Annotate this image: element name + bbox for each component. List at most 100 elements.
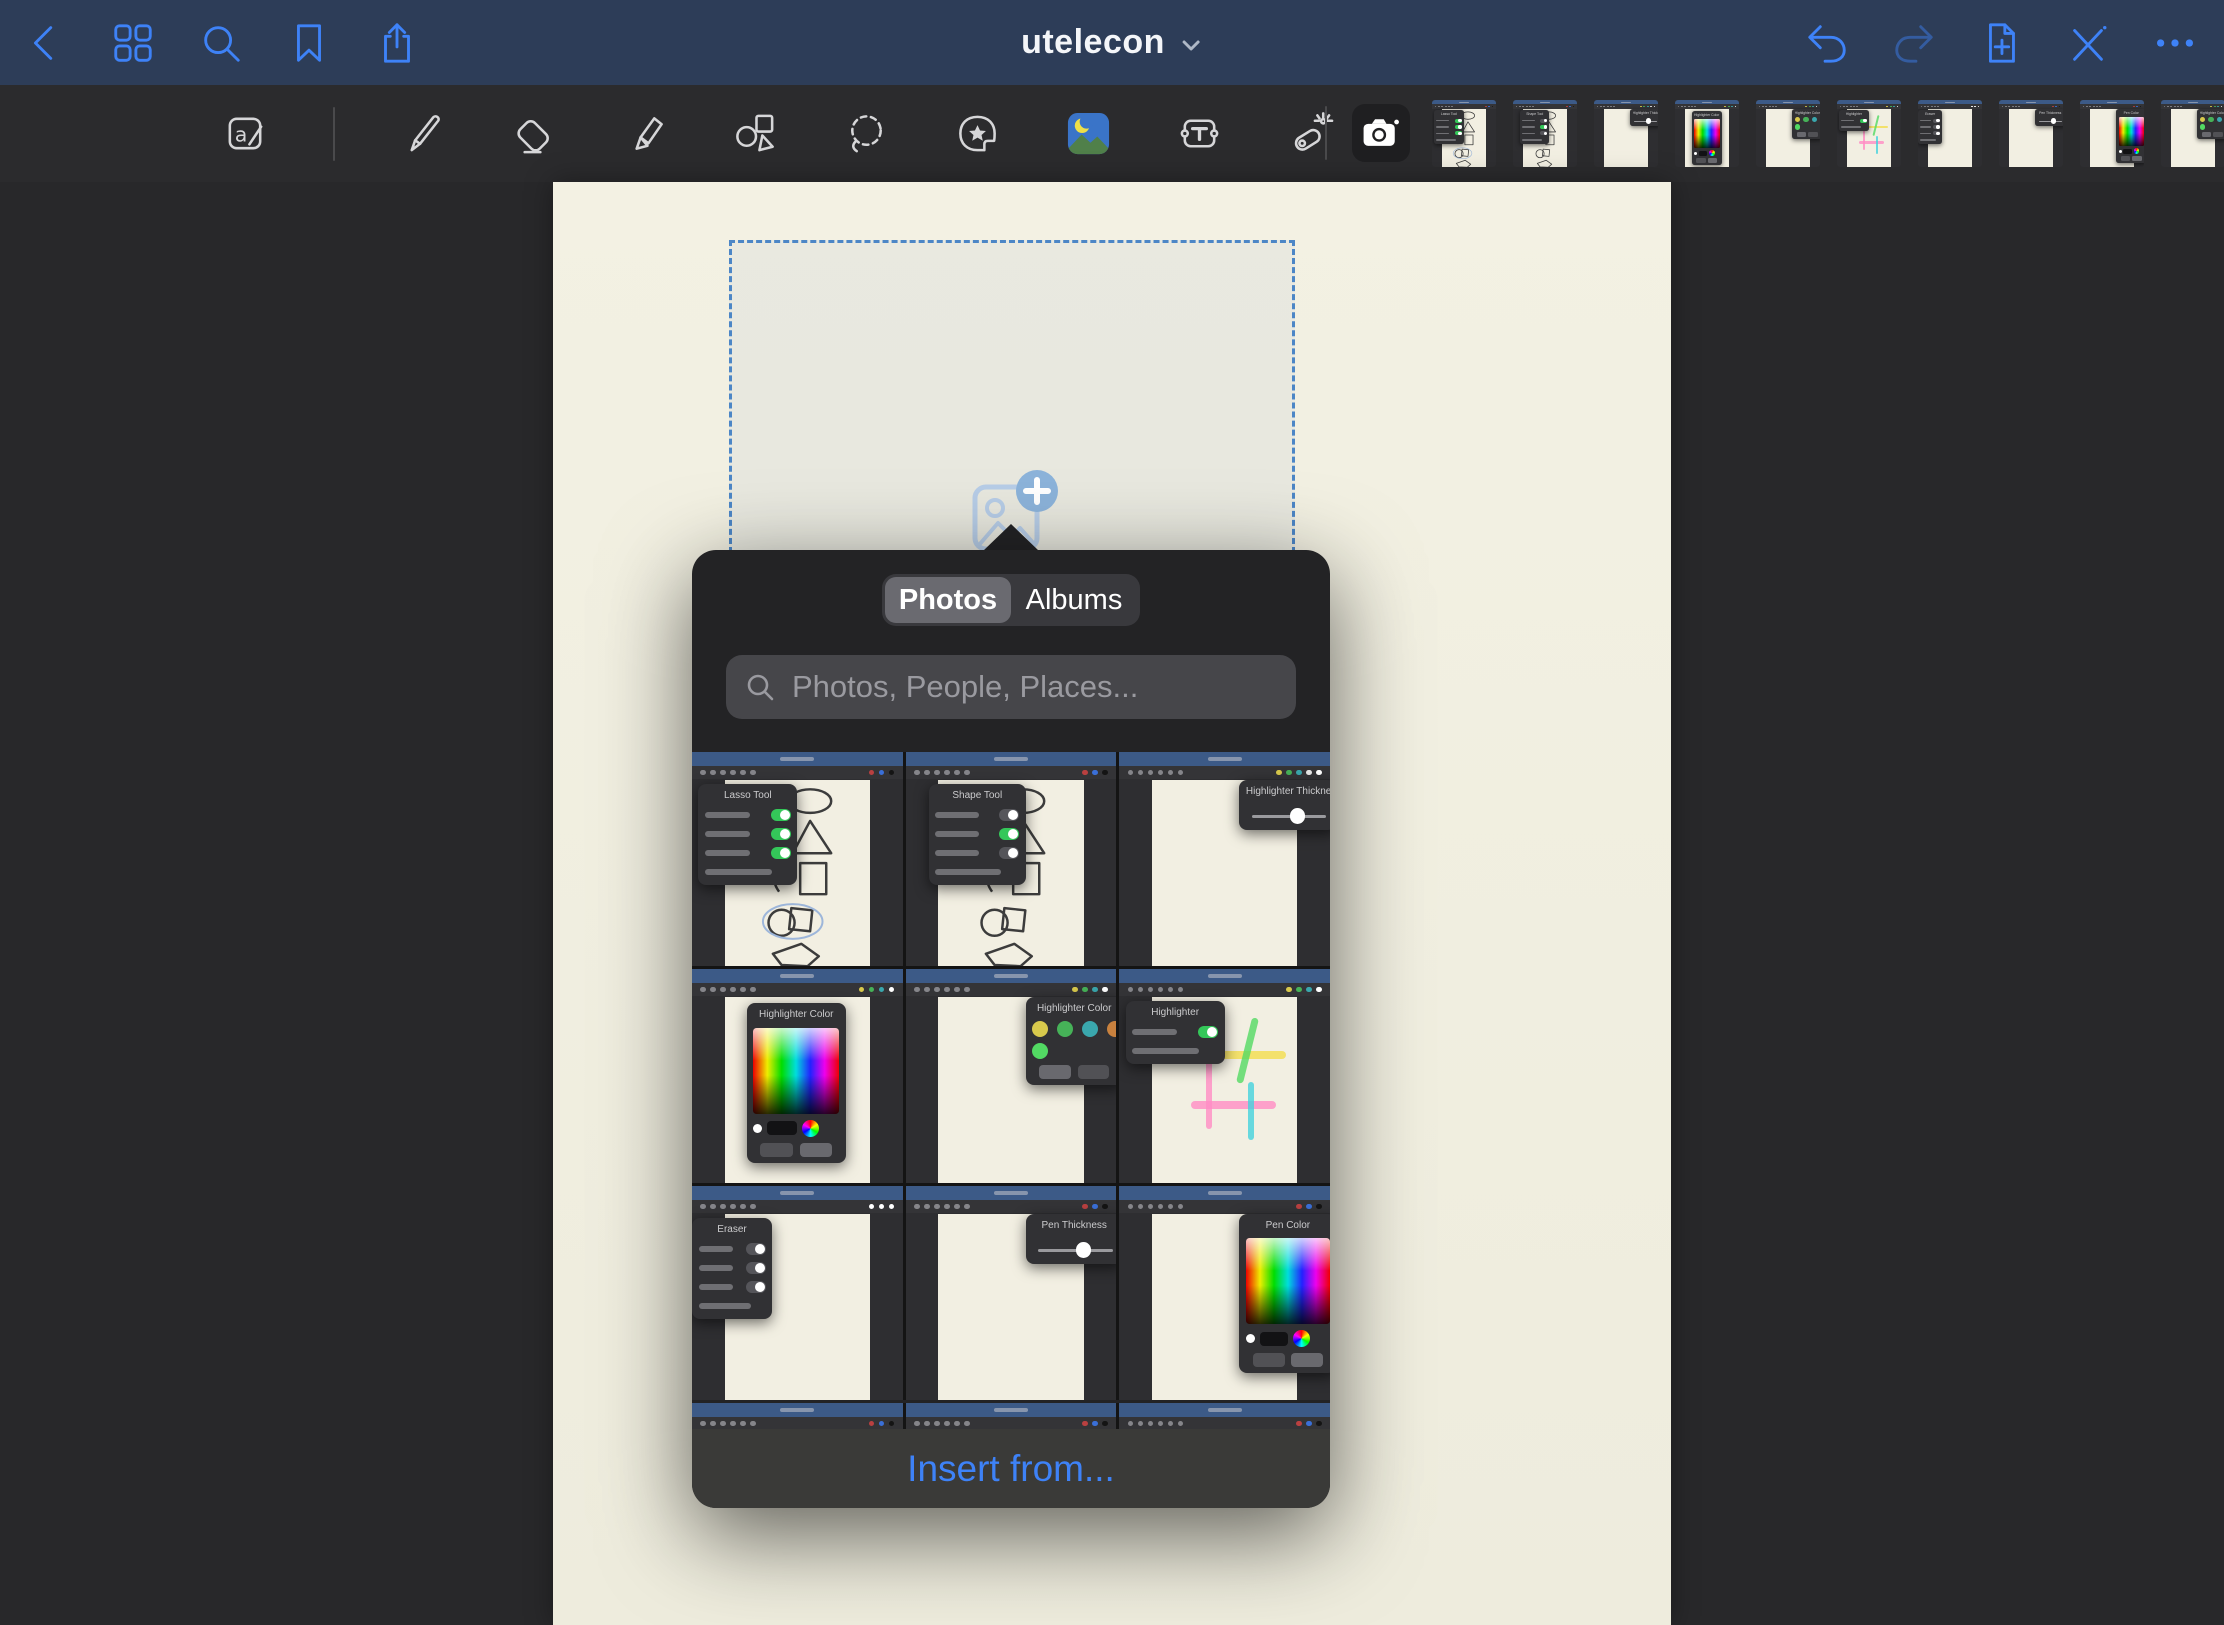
page-thumbnail[interactable]: Highlighter Color: [2161, 100, 2224, 167]
add-page-icon[interactable]: [1978, 20, 2024, 66]
mini-panel: Highlighter Thickness: [1239, 780, 1330, 831]
eraser-icon[interactable]: [510, 110, 557, 157]
page-thumbnail[interactable]: Highlighter Color: [1675, 100, 1739, 167]
document-title-button[interactable]: utelecon: [1021, 0, 1203, 85]
page-thumbnail[interactable]: Pen Color: [2080, 100, 2144, 167]
page-grid-icon[interactable]: [110, 20, 156, 66]
mini-toolbar: [906, 766, 1117, 779]
mini-nav-bar: [1119, 1403, 1330, 1417]
photo-thumbnail[interactable]: Highlighter Thickness: [1119, 752, 1330, 966]
shapes-icon[interactable]: [732, 110, 779, 157]
photo-thumbnail[interactable]: Lasso Tool: [692, 752, 903, 966]
page-thumbnail[interactable]: Highlighter Thickness: [1594, 100, 1658, 167]
mini-toolbar: [906, 1417, 1117, 1429]
tab-switcher: Photos Albums: [882, 574, 1140, 626]
share-icon[interactable]: [374, 20, 420, 66]
toolbar-divider: [1325, 106, 1327, 160]
photo-thumbnail[interactable]: Shape Tool: [906, 752, 1117, 966]
photo-thumbnail-partial[interactable]: [906, 1403, 1117, 1429]
page-thumbnail[interactable]: Highlighter: [1837, 100, 1901, 167]
mini-nav-bar: [906, 1186, 1117, 1200]
search-field[interactable]: [726, 655, 1296, 719]
page-thumbnail[interactable]: Highlighter Color: [1756, 100, 1820, 167]
nav-left-group: [22, 0, 420, 85]
bookmark-icon[interactable]: [286, 20, 332, 66]
back-icon[interactable]: [22, 20, 68, 66]
photo-thumbnail[interactable]: Pen Color: [1119, 1186, 1330, 1400]
mini-panel: Shape Tool: [929, 784, 1026, 885]
mini-toolbar: [1119, 983, 1330, 996]
mini-toolbar: [1119, 766, 1330, 779]
mini-toolbar: [692, 983, 903, 996]
photo-thumbnail-partial[interactable]: [1119, 1403, 1330, 1429]
photo-thumbnail-partial[interactable]: [692, 1403, 903, 1429]
search-icon[interactable]: [198, 20, 244, 66]
mini-nav-bar: [906, 969, 1117, 983]
mini-panel: Highlighter Color: [1692, 111, 1722, 165]
pen-icon[interactable]: [399, 110, 446, 157]
photo-thumbnail[interactable]: Pen Thickness: [906, 1186, 1117, 1400]
photos-popover: Photos Albums Lasso Tool Shape Tool Highli…: [692, 550, 1330, 1508]
text-icon[interactable]: [1176, 110, 1223, 157]
mini-nav-bar: [1119, 752, 1330, 766]
tab-photos[interactable]: Photos: [885, 577, 1011, 623]
mini-nav-bar: [1119, 1186, 1330, 1200]
mini-toolbar: [1119, 1417, 1330, 1429]
mini-nav-bar: [692, 1403, 903, 1417]
photo-thumbnail[interactable]: Highlighter: [1119, 969, 1330, 1183]
mini-panel: Shape Tool: [1520, 110, 1549, 144]
photo-thumbnail[interactable]: Eraser: [692, 1186, 903, 1400]
mini-panel: Lasso Tool: [1434, 110, 1464, 144]
mini-panel: Eraser: [1918, 110, 1942, 144]
photo-thumbnail[interactable]: Highlighter Color: [906, 969, 1117, 1183]
page-thumbnail-strip: Lasso Tool Shape Tool Highlighter Thicknes…: [1432, 100, 2224, 167]
mini-panel: Highlighter: [1126, 1001, 1225, 1064]
stickers-icon[interactable]: [954, 110, 1001, 157]
writing-mode-icon[interactable]: a: [222, 110, 269, 157]
mini-toolbar: [692, 1417, 903, 1429]
mini-toolbar: [906, 1200, 1117, 1213]
mini-toolbar: [1119, 1200, 1330, 1213]
app-window: utelecon a Lasso Tool Shape Tool Highlight…: [0, 0, 2224, 1625]
mini-panel: Pen Thickness: [1026, 1214, 1117, 1265]
page-thumbnail[interactable]: Eraser: [1918, 100, 1982, 167]
mini-panel: Highlighter Thickness: [1630, 109, 1658, 126]
page-thumbnail[interactable]: Shape Tool: [1513, 100, 1577, 167]
mini-panel: Pen Color: [1239, 1214, 1330, 1374]
toolbar-divider: [333, 107, 335, 161]
mini-toolbar: [906, 983, 1117, 996]
nav-right-group: [1804, 0, 2198, 85]
more-icon[interactable]: [2152, 20, 2198, 66]
search-input[interactable]: [790, 668, 1278, 706]
tool-ribbon: a Lasso Tool Shape Tool Highlighter Thickn…: [0, 85, 2224, 182]
photo-thumbnail[interactable]: Highlighter Color: [692, 969, 903, 1183]
tool-group: a: [222, 85, 1334, 182]
mini-nav-bar: [1119, 969, 1330, 983]
tab-albums[interactable]: Albums: [1011, 577, 1137, 623]
mini-panel: Highlighter: [1839, 110, 1869, 131]
mini-panel: Pen Color: [2116, 109, 2144, 163]
photo-grid-partial-row: [692, 1403, 1330, 1429]
svg-text:a: a: [235, 122, 248, 146]
mini-nav-bar: [692, 1186, 903, 1200]
mini-toolbar: [692, 766, 903, 779]
document-title: utelecon: [1021, 23, 1165, 62]
pencil-x-icon[interactable]: [2065, 20, 2111, 66]
mini-nav-bar: [906, 1403, 1117, 1417]
mini-panel: Highlighter Color: [1792, 109, 1820, 139]
undo-icon[interactable]: [1804, 20, 1850, 66]
insert-from-button[interactable]: Insert from...: [692, 1429, 1330, 1508]
camera-button[interactable]: [1352, 104, 1410, 162]
mini-panel: Highlighter Color: [747, 1003, 846, 1163]
lasso-icon[interactable]: [843, 110, 890, 157]
mini-nav-bar: [906, 752, 1117, 766]
page-thumbnail[interactable]: Pen Thickness: [1999, 100, 2063, 167]
photo-grid: Lasso Tool Shape Tool Highlighter Thicknes…: [692, 752, 1330, 1400]
redo-icon[interactable]: [1891, 20, 1937, 66]
page-thumbnail[interactable]: Lasso Tool: [1432, 100, 1496, 167]
mini-nav-bar: [692, 752, 903, 766]
chevron-down-icon: [1179, 34, 1203, 58]
image-icon[interactable]: [1065, 110, 1112, 157]
highlighter-icon[interactable]: [621, 110, 668, 157]
mini-nav-bar: [692, 969, 903, 983]
